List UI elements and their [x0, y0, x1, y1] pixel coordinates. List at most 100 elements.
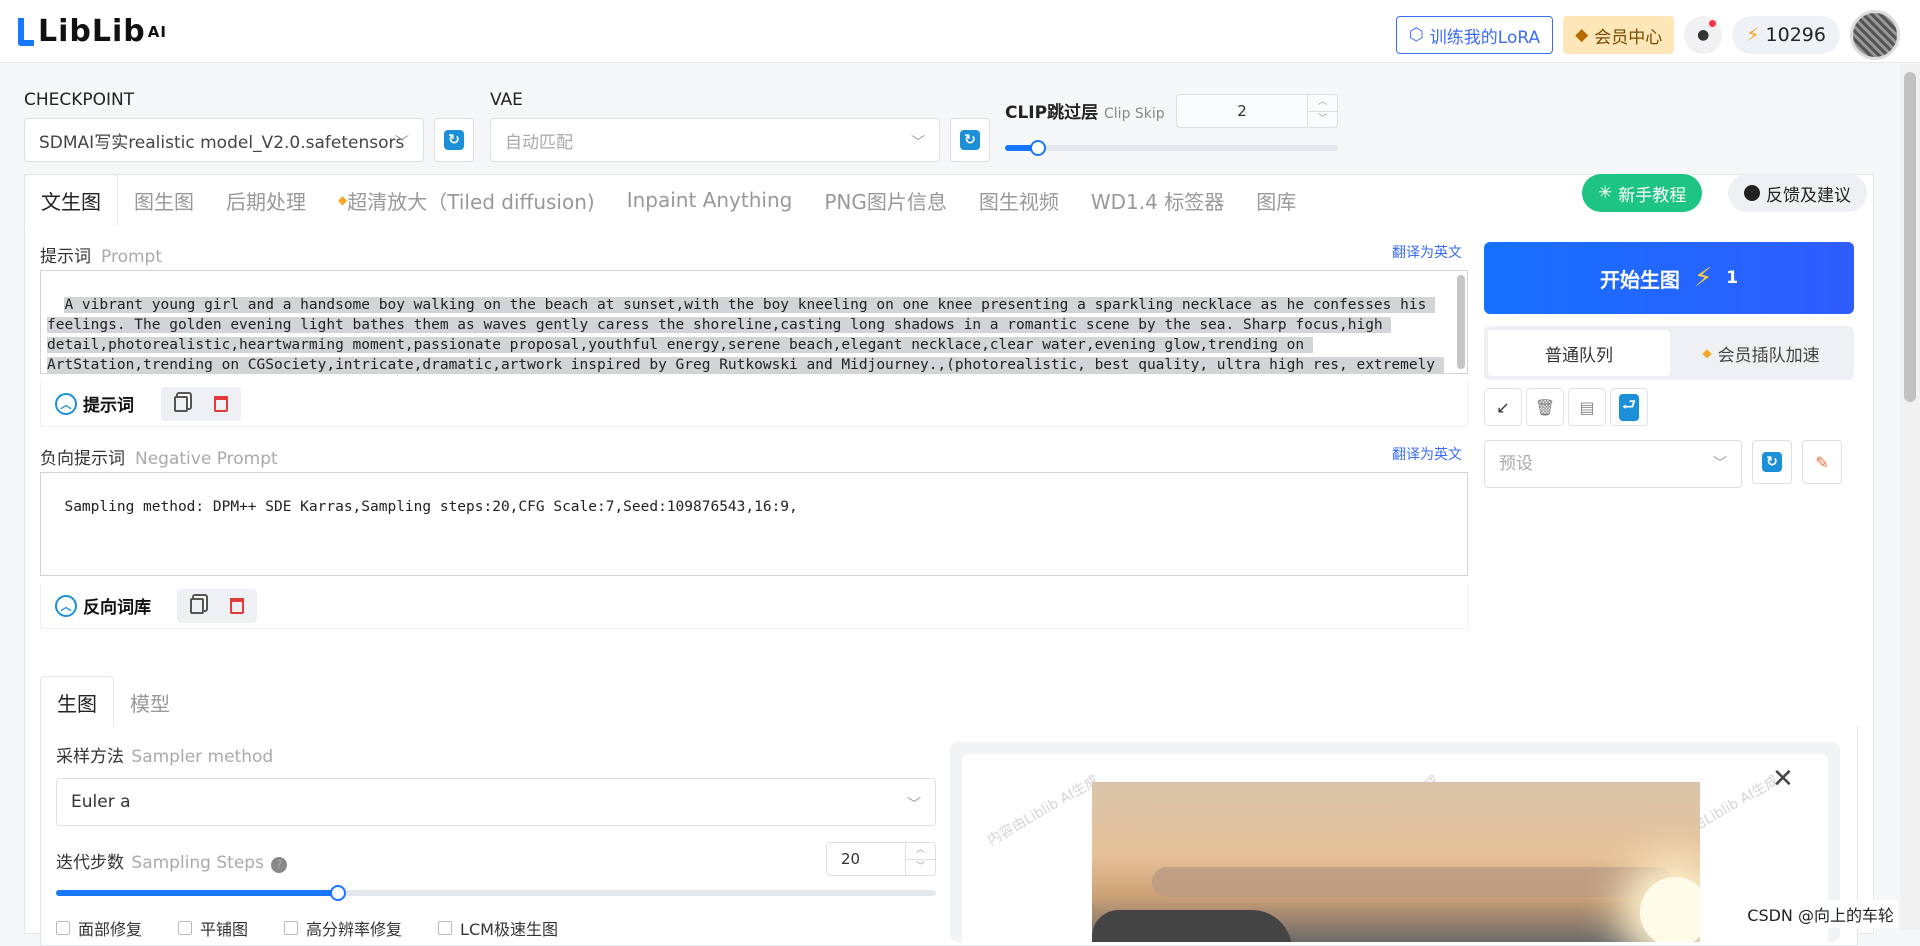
cube-icon: ⬡: [1408, 25, 1424, 45]
checkpoint-label: CHECKPOINT: [24, 90, 135, 110]
prompt-library-button[interactable]: ︿ 提示词: [55, 391, 134, 416]
tab-img2img[interactable]: 图生图: [118, 174, 210, 226]
steps-label: 迭代步数 Sampling Steps ?: [56, 848, 288, 873]
normal-queue-option[interactable]: 普通队列: [1488, 330, 1670, 376]
diamond-icon: ◆: [338, 193, 348, 207]
vae-refresh-button[interactable]: ↻: [950, 118, 990, 162]
arrow-down-left-icon: ↙: [1496, 397, 1510, 417]
vae-select[interactable]: 自动匹配 ﹀: [490, 118, 940, 162]
tab-gallery[interactable]: 图库: [1240, 174, 1312, 226]
queue-toggle: 普通队列 ◆ 会员插队加速: [1484, 326, 1854, 380]
checkpoint-refresh-button[interactable]: ↻: [434, 118, 474, 162]
clipboard-icon: ▤: [1579, 397, 1595, 417]
user-avatar[interactable]: [1850, 10, 1900, 60]
chevron-up-icon[interactable]: ︿: [906, 843, 935, 859]
train-lora-button[interactable]: ⬡ 训练我的LoRA: [1395, 16, 1554, 54]
vip-queue-option[interactable]: ◆ 会员插队加速: [1670, 330, 1852, 376]
chevron-up-icon: ︿: [55, 594, 77, 617]
sampler-select[interactable]: Euler a ﹀: [56, 778, 936, 826]
translate-negative-link[interactable]: 翻译为英文: [1392, 444, 1462, 464]
preset-refresh-button[interactable]: ↻: [1752, 440, 1792, 484]
slider-fill: [56, 890, 338, 896]
vip-center-button[interactable]: ◆ 会员中心: [1563, 16, 1675, 54]
scrollbar-thumb[interactable]: [1904, 72, 1916, 402]
prompt-tools: [161, 387, 241, 421]
top-bar: LibLib AI ⬡ 训练我的LoRA ◆ 会员中心 ● ⚡ 10296: [0, 0, 1920, 63]
preset-select[interactable]: 预设 ﹀: [1484, 440, 1742, 488]
main-tabs: 文生图 图生图 后期处理 ◆ 超清放大（Tiled diffusion) Inp…: [24, 174, 1312, 226]
feedback-button[interactable]: 反馈及建议: [1728, 174, 1867, 212]
negative-prompt-textarea[interactable]: Sampling method: DPM++ SDE Karras,Sampli…: [40, 472, 1468, 576]
chevron-up-icon: ︿: [55, 392, 77, 415]
csdn-watermark: CSDN @向上的车轮: [1743, 900, 1898, 928]
trash-icon[interactable]: [214, 396, 228, 412]
tutorial-button[interactable]: ✳ 新手教程: [1582, 174, 1703, 212]
prompt-library-row: ︿ 提示词: [40, 381, 1468, 427]
close-icon[interactable]: ✕: [1772, 764, 1794, 794]
negative-prompt-label: 负向提示词 Negative Prompt: [40, 449, 278, 469]
steps-slider[interactable]: [56, 885, 936, 901]
chevron-down-icon: ﹀: [911, 135, 925, 151]
preset-edit-button[interactable]: ✎: [1802, 440, 1842, 484]
negative-library-row: ︿ 反向词库: [40, 583, 1468, 629]
lightning-icon: ⚡: [1746, 24, 1760, 46]
tab-model[interactable]: 模型: [114, 676, 186, 728]
notification-dot: [1709, 20, 1717, 27]
tab-inpaint-anything[interactable]: Inpaint Anything: [611, 174, 809, 226]
help-icon[interactable]: ?: [271, 857, 288, 873]
copy-icon[interactable]: [174, 396, 188, 412]
lcm-checkbox[interactable]: LCM极速生图: [438, 916, 558, 940]
chevron-down-icon: ﹀: [395, 135, 409, 151]
textarea-scrollbar[interactable]: [1457, 275, 1465, 369]
clear-button[interactable]: 🗑: [1526, 388, 1564, 426]
tab-generate[interactable]: 生图: [40, 676, 114, 728]
lightning-icon: ⚡: [1693, 263, 1713, 293]
trash-icon: 🗑: [1534, 397, 1556, 417]
clip-skip-slider[interactable]: [1005, 140, 1338, 156]
paste-button[interactable]: ▤: [1568, 388, 1606, 426]
negative-library-button[interactable]: ︿ 反向词库: [55, 593, 151, 618]
tab-tiled-diffusion[interactable]: ◆ 超清放大（Tiled diffusion): [322, 174, 611, 226]
swap-button[interactable]: ⮐: [1610, 388, 1648, 426]
generated-image[interactable]: [1092, 782, 1700, 942]
hires-fix-checkbox[interactable]: 高分辨率修复: [284, 916, 402, 940]
slider-handle[interactable]: [1030, 140, 1047, 156]
translate-prompt-link[interactable]: 翻译为英文: [1392, 242, 1462, 262]
generate-button[interactable]: 开始生图 ⚡ 1: [1484, 242, 1854, 314]
prompt-label: 提示词 Prompt: [40, 247, 162, 267]
generation-subtabs: 生图 模型: [40, 676, 1858, 728]
page-scrollbar[interactable]: [1900, 64, 1920, 930]
tab-txt2img[interactable]: 文生图: [24, 174, 118, 226]
chevron-up-icon[interactable]: ︿: [1308, 95, 1337, 111]
steps-stepper[interactable]: 20 ︿ ﹀: [826, 842, 936, 876]
chevron-down-icon[interactable]: ﹀: [1308, 110, 1337, 128]
tab-img2video[interactable]: 图生视频: [963, 174, 1075, 226]
tab-png-info[interactable]: PNG图片信息: [808, 174, 963, 226]
tiling-checkbox[interactable]: 平铺图: [178, 916, 248, 940]
chevron-down-icon: ﹀: [1713, 456, 1727, 472]
chevron-down-icon[interactable]: ﹀: [906, 858, 935, 876]
checkpoint-select[interactable]: SDMAI写实realistic model_V2.0.safetensors …: [24, 118, 424, 162]
generation-options: 面部修复 平铺图 高分辨率修复 LCM极速生图: [56, 916, 558, 940]
copy-icon[interactable]: [190, 598, 204, 614]
clip-skip-label: CLIP跳过层 Clip Skip: [1005, 103, 1165, 123]
logo-mark-icon: [18, 17, 34, 46]
tab-postprocess[interactable]: 后期处理: [210, 174, 322, 226]
liblib-logo[interactable]: LibLib AI: [18, 14, 167, 49]
sparkle-icon: ✳: [1598, 183, 1613, 203]
apply-params-button[interactable]: ↙: [1484, 388, 1522, 426]
diamond-icon: ◆: [1575, 25, 1589, 45]
refresh-icon: ↻: [960, 130, 980, 150]
face-restore-checkbox[interactable]: 面部修复: [56, 916, 142, 940]
prompt-textarea[interactable]: A vibrant young girl and a handsome boy …: [40, 270, 1468, 374]
tab-wd14-tagger[interactable]: WD1.4 标签器: [1075, 174, 1240, 226]
points-balance[interactable]: ⚡ 10296: [1732, 16, 1840, 54]
slider-handle[interactable]: [329, 885, 346, 901]
messages-button[interactable]: ●: [1684, 16, 1723, 54]
negative-tools: [177, 589, 257, 623]
diamond-icon: ◆: [1702, 346, 1712, 360]
clip-skip-stepper[interactable]: 2 ︿ ﹀: [1176, 94, 1338, 128]
trash-icon[interactable]: [230, 598, 244, 614]
chat-bubble-icon: ●: [1697, 27, 1710, 43]
chevron-down-icon: ﹀: [907, 797, 921, 813]
